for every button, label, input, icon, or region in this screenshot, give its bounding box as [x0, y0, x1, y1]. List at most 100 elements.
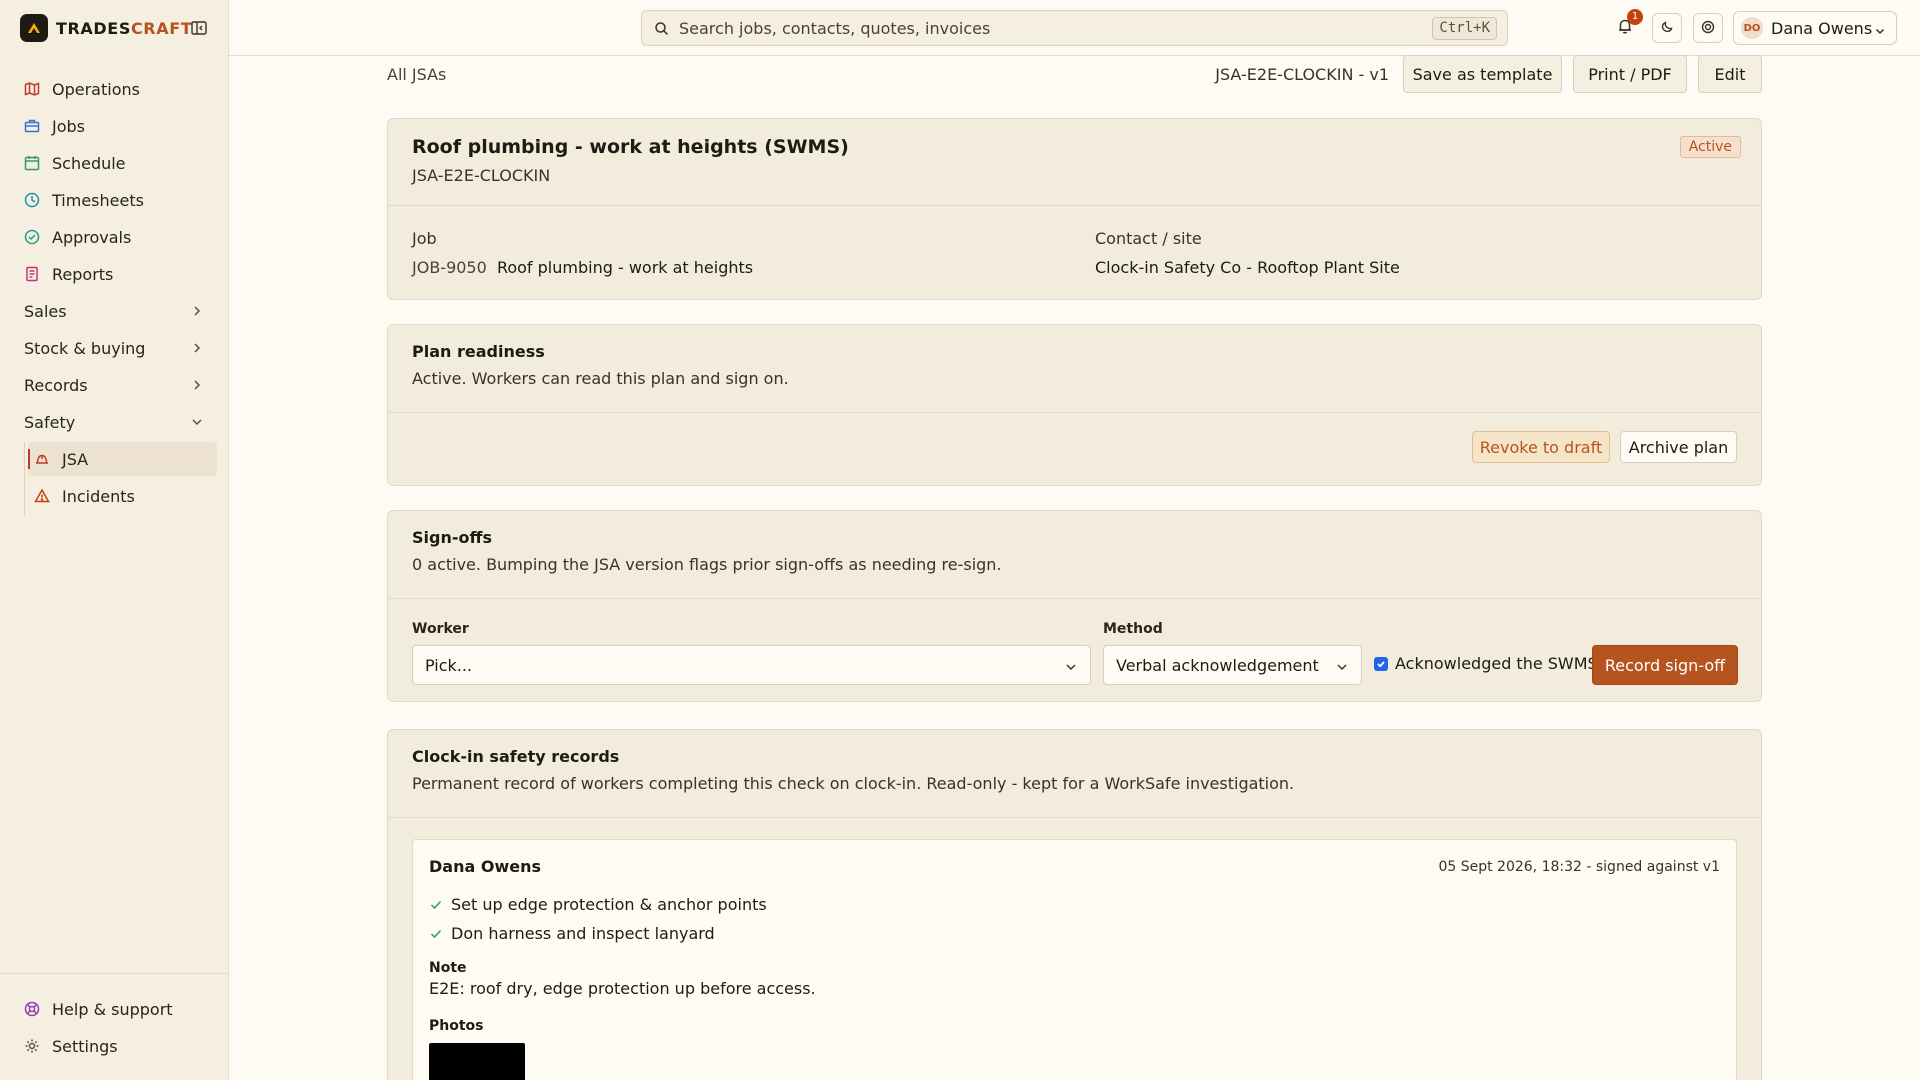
sidebar-item-label: JSA	[62, 449, 89, 469]
job-value[interactable]: JOB-9050 Roof plumbing - work at heights	[412, 258, 753, 277]
check-circle-icon	[24, 229, 40, 245]
page-header: All JSAs JSA-E2E-CLOCKIN - v1 Save as te…	[387, 55, 1762, 94]
plan-readiness-card: Plan readiness Active. Workers can read …	[387, 324, 1762, 486]
contact-field: Contact / site Clock-in Safety Co - Roof…	[1095, 229, 1400, 277]
worker-label: Worker	[412, 621, 469, 637]
job-field: Job JOB-9050 Roof plumbing - work at hei…	[412, 229, 753, 277]
user-menu-button[interactable]: DO Dana Owens	[1733, 11, 1897, 45]
check-icon	[429, 927, 443, 941]
record-signoff-button[interactable]: Record sign-off	[1592, 645, 1738, 685]
notifications-button[interactable]: 1	[1610, 9, 1643, 43]
edit-button[interactable]: Edit	[1698, 55, 1762, 93]
sidebar-item-jsa[interactable]: JSA	[28, 442, 217, 476]
notification-badge: 1	[1627, 9, 1643, 25]
sidebar-item-help[interactable]: Help & support	[18, 992, 218, 1026]
breadcrumb[interactable]: All JSAs	[387, 65, 446, 84]
avatar: DO	[1741, 17, 1763, 39]
sidebar-collapse-icon[interactable]	[190, 19, 208, 37]
acknowledged-label: Acknowledged the SWMS	[1395, 654, 1598, 673]
sidebar-item-settings[interactable]: Settings	[18, 1029, 218, 1063]
theme-toggle-button[interactable]	[1652, 13, 1682, 43]
divider	[388, 598, 1761, 599]
search-input[interactable]: Search jobs, contacts, quotes, invoices …	[641, 10, 1508, 46]
sidebar-item-label: Approvals	[52, 227, 132, 247]
sidebar-item-operations[interactable]: Operations	[18, 72, 218, 106]
sidebar-item-timesheets[interactable]: Timesheets	[18, 183, 218, 217]
archive-plan-button[interactable]: Archive plan	[1620, 431, 1737, 463]
worker-select-value: Pick...	[425, 655, 473, 675]
sidebar-group-label: Safety	[24, 412, 76, 432]
sidebar-item-label: Help & support	[52, 999, 173, 1019]
map-icon	[24, 81, 40, 97]
safety-subnav-line	[24, 442, 25, 516]
chevron-right-icon	[190, 303, 204, 317]
sidebar-item-label: Schedule	[52, 153, 126, 173]
chevron-down-icon	[1335, 659, 1349, 673]
job-label: Job	[412, 229, 437, 248]
briefcase-icon	[24, 118, 40, 134]
sidebar-bottom: Help & support Settings	[0, 973, 229, 1056]
search-icon	[654, 21, 669, 36]
hardhat-icon	[34, 451, 50, 467]
method-label: Method	[1103, 621, 1163, 637]
checklist-item: Set up edge protection & anchor points	[429, 895, 767, 914]
sidebar-item-label: Incidents	[62, 486, 135, 506]
sidebar-group-sales[interactable]: Sales	[18, 294, 218, 328]
brand-logo-icon	[20, 14, 48, 42]
sidebar-group-safety[interactable]: Safety	[18, 405, 218, 439]
chevron-down-icon	[190, 414, 204, 428]
sidebar-item-approvals[interactable]: Approvals	[18, 220, 218, 254]
brand-name: TRADESCRAFT	[56, 18, 193, 38]
sidebar-group-stock[interactable]: Stock & buying	[18, 331, 218, 365]
acknowledged-checkbox[interactable]	[1374, 656, 1388, 671]
clockin-record: Dana Owens 05 Sept 2026, 18:32 - signed …	[412, 839, 1737, 1080]
method-select-value: Verbal acknowledgement	[1116, 655, 1319, 675]
save-as-template-button[interactable]: Save as template	[1403, 55, 1562, 93]
warning-icon	[34, 488, 50, 504]
job-number: JOB-9050	[412, 258, 487, 277]
readiness-title: Plan readiness	[412, 342, 545, 361]
photo-thumbnail[interactable]	[429, 1043, 525, 1080]
page-title: Roof plumbing - work at heights (SWMS)	[412, 136, 849, 158]
sidebar-item-reports[interactable]: Reports	[18, 257, 218, 291]
sidebar-item-label: Settings	[52, 1036, 118, 1056]
acknowledged-checkbox-row: Acknowledged the SWMS	[1374, 654, 1598, 673]
divider	[388, 205, 1761, 206]
print-pdf-button[interactable]: Print / PDF	[1573, 55, 1687, 93]
checklist-item: Don harness and inspect lanyard	[429, 924, 715, 943]
sidebar-item-label: Jobs	[52, 116, 85, 136]
chevron-right-icon	[190, 377, 204, 391]
sidebar-item-incidents[interactable]: Incidents	[28, 479, 217, 513]
check-icon	[429, 898, 443, 912]
signoffs-text: 0 active. Bumping the JSA version flags …	[412, 555, 1002, 574]
method-select[interactable]: Verbal acknowledgement	[1103, 645, 1362, 685]
revoke-to-draft-button[interactable]: Revoke to draft	[1472, 431, 1610, 463]
sidebar-item-schedule[interactable]: Schedule	[18, 146, 218, 180]
divider	[388, 412, 1761, 413]
worker-select[interactable]: Pick...	[412, 645, 1091, 685]
readiness-text: Active. Workers can read this plan and s…	[412, 369, 789, 388]
clockin-records-card: Clock-in safety records Permanent record…	[387, 729, 1762, 1080]
sidebar-group-label: Stock & buying	[24, 338, 146, 358]
search-shortcut: Ctrl+K	[1432, 17, 1497, 40]
moon-icon	[1660, 19, 1674, 38]
contact-label: Contact / site	[1095, 229, 1202, 248]
contrast-icon	[1701, 19, 1715, 38]
sidebar-group-records[interactable]: Records	[18, 368, 218, 402]
main-content: All JSAs JSA-E2E-CLOCKIN - v1 Save as te…	[229, 55, 1920, 1080]
contrast-button[interactable]	[1693, 13, 1723, 43]
sidebar-item-label: Timesheets	[52, 190, 144, 210]
gear-icon	[24, 1038, 40, 1054]
sidebar-item-label: Operations	[52, 79, 140, 99]
search-placeholder: Search jobs, contacts, quotes, invoices	[679, 18, 991, 38]
record-meta: 05 Sept 2026, 18:32 - signed against v1	[1438, 859, 1720, 875]
sidebar-item-jobs[interactable]: Jobs	[18, 109, 218, 143]
record-worker-name: Dana Owens	[429, 857, 541, 876]
clock-icon	[24, 192, 40, 208]
lifebuoy-icon	[24, 1001, 40, 1017]
contact-value[interactable]: Clock-in Safety Co - Rooftop Plant Site	[1095, 258, 1400, 277]
sidebar-item-label: Reports	[52, 264, 114, 284]
calendar-icon	[24, 155, 40, 171]
brand[interactable]: TRADESCRAFT	[20, 14, 192, 42]
note-text: E2E: roof dry, edge protection up before…	[429, 979, 816, 998]
